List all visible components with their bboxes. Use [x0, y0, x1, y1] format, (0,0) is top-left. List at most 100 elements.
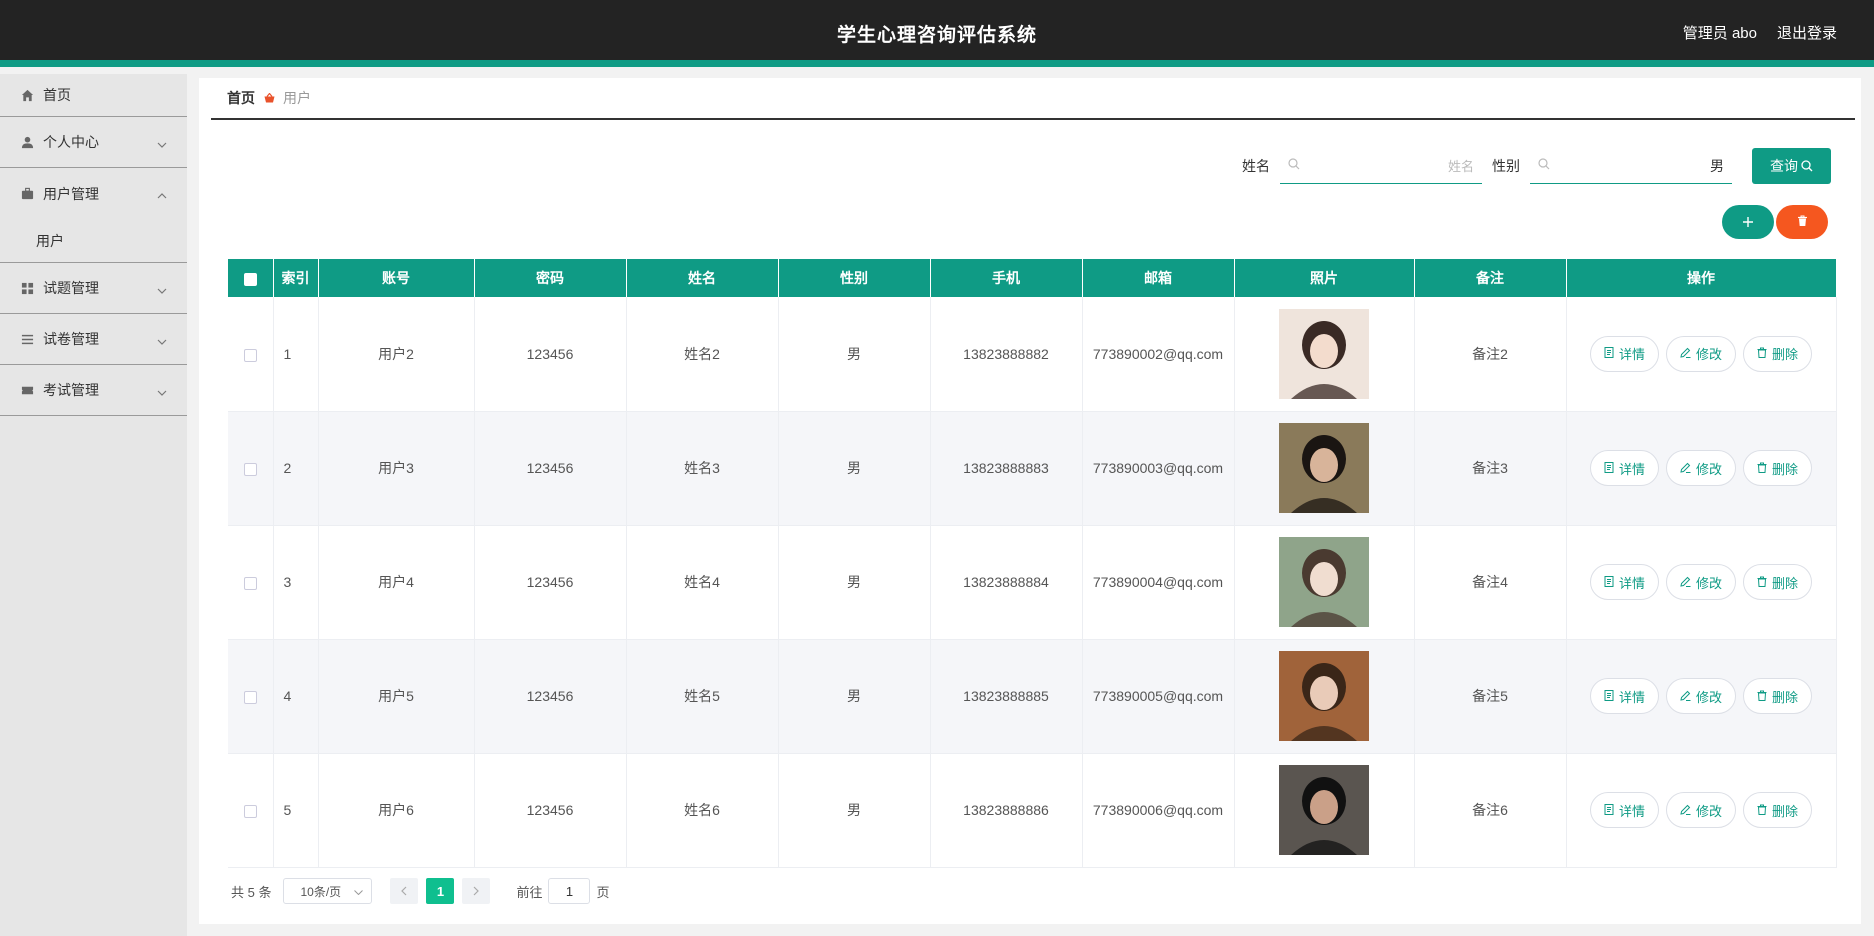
detail-button[interactable]: 详情 [1589, 792, 1659, 828]
cell-password: 123456 [474, 639, 627, 754]
cell-name: 姓名2 [626, 297, 779, 412]
app-title: 学生心理咨询评估系统 [836, 25, 1037, 46]
add-button[interactable] [1722, 205, 1774, 239]
document-icon [1604, 575, 1614, 590]
next-page-button[interactable] [462, 878, 491, 904]
edit-button[interactable]: 修改 [1665, 335, 1736, 372]
cell-name: 姓名6 [626, 753, 779, 868]
name-label: 姓名 [1242, 158, 1270, 174]
edit-button[interactable]: 修改 [1665, 792, 1736, 828]
sidebar-item-home[interactable]: 首页 [0, 74, 187, 117]
delete-label: 删除 [1772, 803, 1799, 819]
gender-search-input[interactable]: 男 [1530, 148, 1732, 184]
detail-label: 详情 [1618, 575, 1645, 591]
goto-page-input[interactable]: 1 [548, 878, 591, 904]
prev-page-button[interactable] [390, 878, 419, 904]
table-row: 3 用户4 123456 姓名4 男 13823888884 773890004@qq.co… [228, 525, 1837, 640]
column-header: 密码 [474, 259, 627, 297]
cell-email: 773890005@qq.com [1082, 639, 1235, 754]
chevron-right-icon [473, 884, 480, 899]
pagination: 共 5 条 10条/页 1 前往 1 页 [231, 878, 610, 904]
row-checkbox[interactable] [243, 690, 257, 704]
sidebar-item-exam-management[interactable]: 考试管理 [0, 365, 187, 416]
sidebar-item-paper-management[interactable]: 试卷管理 [0, 314, 187, 365]
delete-button[interactable]: 删除 [1743, 335, 1813, 372]
pencil-icon [1680, 689, 1691, 704]
delete-button[interactable]: 删除 [1743, 564, 1813, 600]
cell-note: 备注3 [1414, 411, 1567, 526]
table-row: 5 用户6 123456 姓名6 男 13823888886 773890006@qq.co… [228, 753, 1837, 868]
user-photo [1279, 423, 1369, 513]
cell-account: 用户6 [318, 753, 475, 868]
row-checkbox-cell [228, 411, 274, 526]
detail-button[interactable]: 详情 [1589, 450, 1659, 486]
breadcrumb-home[interactable]: 首页 [227, 88, 255, 108]
cell-password: 123456 [474, 411, 627, 526]
cell-note: 备注4 [1414, 525, 1567, 640]
edit-button[interactable]: 修改 [1665, 450, 1736, 486]
column-header: 备注 [1414, 259, 1567, 297]
cell-actions: 详情 修改 删除 [1566, 411, 1837, 526]
table-row: 1 用户2 123456 姓名2 男 13823888882 773890002@qq.co… [228, 297, 1837, 412]
cell-photo [1234, 297, 1415, 412]
row-checkbox[interactable] [243, 462, 257, 476]
cell-phone: 13823888882 [930, 297, 1083, 412]
row-checkbox-cell [228, 639, 274, 754]
sidebar-item-user-management[interactable]: 用户管理 [0, 168, 187, 219]
delete-label: 删除 [1772, 689, 1799, 705]
cell-email: 773890004@qq.com [1082, 525, 1235, 640]
detail-button[interactable]: 详情 [1589, 564, 1659, 600]
cell-password: 123456 [474, 753, 627, 868]
select-all-cell [228, 259, 274, 297]
column-header: 手机 [930, 259, 1083, 297]
chevron-up-icon [157, 186, 167, 202]
column-header: 姓名 [626, 259, 779, 297]
edit-button[interactable]: 修改 [1665, 564, 1736, 600]
query-button[interactable]: 查询 [1752, 148, 1831, 184]
row-checkbox[interactable] [243, 804, 257, 818]
sidebar-item-label: 试题管理 [43, 280, 99, 296]
name-placeholder: 姓名 [1447, 159, 1474, 174]
search-icon [1538, 158, 1550, 173]
cell-phone: 13823888886 [930, 753, 1083, 868]
trash-icon [1757, 461, 1767, 476]
grid-icon [20, 281, 34, 295]
name-search-input[interactable]: 姓名 [1280, 148, 1482, 184]
select-all-checkbox[interactable] [243, 272, 257, 286]
sidebar-item-label: 考试管理 [43, 382, 99, 398]
search-icon [1801, 160, 1813, 172]
sidebar-item-label: 用户管理 [43, 185, 99, 202]
delete-button[interactable]: 删除 [1743, 450, 1813, 486]
cell-actions: 详情 修改 删除 [1566, 639, 1837, 754]
detail-button[interactable]: 详情 [1589, 678, 1659, 714]
sidebar-item-label: 试卷管理 [43, 331, 99, 347]
goto-suffix: 页 [596, 884, 610, 900]
delete-button[interactable]: 删除 [1743, 792, 1813, 828]
batch-delete-button[interactable] [1776, 205, 1828, 239]
cell-photo [1234, 639, 1415, 754]
document-icon [1604, 689, 1614, 704]
column-header: 性别 [778, 259, 931, 297]
total-count: 共 5 条 [231, 884, 272, 900]
cell-actions: 详情 修改 删除 [1566, 525, 1837, 640]
pencil-icon [1680, 803, 1691, 818]
sidebar-item-question-management[interactable]: 试题管理 [0, 263, 187, 314]
row-checkbox[interactable] [243, 576, 257, 590]
cell-actions: 详情 修改 删除 [1566, 753, 1837, 868]
sidebar-subitem-users[interactable]: 用户 [0, 219, 187, 263]
cell-gender: 男 [778, 639, 931, 754]
detail-label: 详情 [1618, 461, 1645, 477]
page-size-select[interactable]: 10条/页 [283, 878, 373, 904]
page-number-current[interactable]: 1 [426, 878, 455, 904]
briefcase-icon [20, 187, 34, 201]
delete-button[interactable]: 删除 [1743, 678, 1813, 714]
logout-button[interactable]: 退出登录 [1777, 22, 1837, 43]
sidebar-item-profile[interactable]: 个人中心 [0, 117, 187, 168]
row-checkbox[interactable] [243, 348, 257, 362]
detail-button[interactable]: 详情 [1589, 335, 1659, 372]
edit-label: 修改 [1695, 575, 1722, 591]
chevron-down-icon [157, 135, 167, 151]
users-table: 索引 账号 密码 姓名 性别 手机 邮箱 照片 备注 操作 1 用户2 123456… [228, 259, 1837, 868]
query-button-label: 查询 [1770, 158, 1798, 174]
edit-button[interactable]: 修改 [1665, 678, 1736, 714]
